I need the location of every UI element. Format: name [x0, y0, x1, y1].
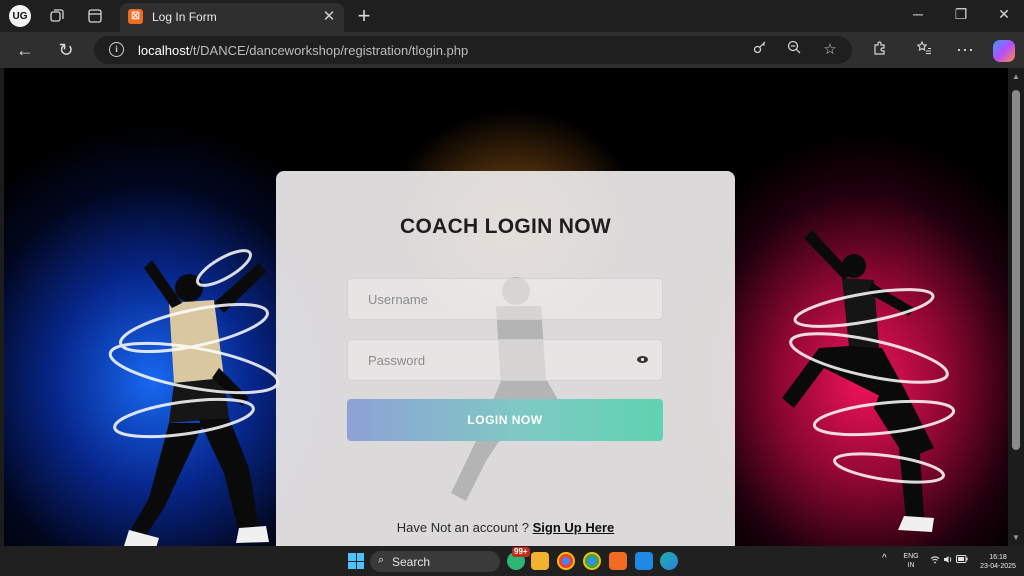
username-field[interactable]	[347, 278, 663, 320]
clock-date: 23-04-2025	[980, 563, 1016, 570]
minimize-button[interactable]: ─	[908, 6, 928, 22]
windows-taskbar: ⌕ Search 99+ ^ ENG IN 16:18 23-04-2025	[0, 546, 1024, 576]
close-tab-icon[interactable]: ✕	[320, 7, 338, 25]
login-button[interactable]: LOGIN NOW	[347, 399, 663, 441]
signup-prompt: Have Not an account ? Sign Up Here	[276, 520, 735, 535]
start-windows-icon[interactable]	[348, 553, 364, 569]
language-indicator[interactable]: ENG IN	[900, 552, 922, 570]
signup-prompt-text: Have Not an account ?	[396, 520, 529, 535]
clock-time: 16:18	[989, 554, 1007, 561]
back-button[interactable]: ←	[13, 38, 37, 62]
copilot-icon[interactable]	[993, 40, 1015, 62]
search-label: Search	[392, 555, 431, 569]
volume-icon[interactable]	[943, 555, 953, 566]
search-icon: ⌕	[378, 554, 385, 566]
edge-icon[interactable]	[660, 552, 678, 570]
file-explorer-icon[interactable]	[531, 552, 549, 570]
vscode-icon[interactable]	[635, 552, 653, 570]
username-input[interactable]	[348, 279, 618, 319]
url-path: /t/DANCE/danceworkshop/registration/tlog…	[189, 43, 469, 58]
url-host: localhost	[138, 43, 190, 58]
wifi-icon[interactable]	[930, 555, 940, 566]
tab-actions-icon[interactable]	[84, 5, 106, 27]
chrome-profile-icon[interactable]	[583, 552, 601, 570]
scroll-thumb[interactable]	[1012, 90, 1020, 450]
scroll-down-arrow-icon[interactable]: ▼	[1012, 533, 1020, 542]
close-window-button[interactable]: ✕	[994, 6, 1014, 23]
tab-title: Log In Form	[152, 10, 217, 24]
language-code: ENG	[903, 553, 919, 560]
tab-bar: UG ☒ Log In Form ✕ + ─ ❐ ✕	[0, 0, 1024, 32]
settings-more-icon[interactable]: ⋯	[953, 38, 977, 62]
show-hidden-icons-chevron[interactable]: ^	[882, 554, 887, 564]
scroll-up-arrow-icon[interactable]: ▲	[1012, 72, 1020, 81]
notification-badge: 99+	[512, 547, 530, 557]
login-card: COACH LOGIN NOW LOGIN NOW Have Not an ac…	[276, 171, 735, 546]
password-input[interactable]	[348, 340, 618, 380]
new-tab-button[interactable]: +	[352, 3, 376, 29]
show-password-eye-icon[interactable]	[636, 353, 649, 366]
page-scrollbar[interactable]: ▲ ▼	[1008, 68, 1024, 546]
xampp-favicon-icon: ☒	[128, 9, 143, 24]
system-clock[interactable]: 16:18 23-04-2025	[978, 553, 1018, 571]
address-bar[interactable]: i localhost/t/DANCE/danceworkshop/regist…	[94, 36, 852, 64]
region-code: IN	[907, 562, 915, 569]
password-field[interactable]	[347, 339, 663, 381]
right-dancer-image	[782, 230, 956, 532]
key-icon[interactable]	[750, 40, 770, 58]
xampp-icon[interactable]	[609, 552, 627, 570]
battery-icon[interactable]	[956, 555, 968, 565]
left-dancer-image	[108, 249, 280, 546]
zoom-out-icon[interactable]	[784, 40, 804, 58]
taskbar-search[interactable]: ⌕ Search	[370, 551, 500, 572]
extensions-icon[interactable]	[868, 38, 892, 62]
site-info-icon[interactable]: i	[109, 42, 124, 57]
page-viewport: COACH LOGIN NOW LOGIN NOW Have Not an ac…	[4, 68, 1008, 546]
workspaces-icon[interactable]	[46, 5, 68, 27]
signup-link[interactable]: Sign Up Here	[533, 520, 615, 535]
chrome-icon[interactable]	[557, 552, 575, 570]
favorites-icon[interactable]	[912, 38, 936, 62]
navigation-bar: ← ↻ i localhost/t/DANCE/danceworkshop/re…	[0, 32, 1024, 68]
favorite-star-icon[interactable]: ☆	[820, 40, 840, 58]
tab-log-in-form[interactable]: ☒ Log In Form ✕	[120, 3, 344, 32]
refresh-button[interactable]: ↻	[54, 38, 78, 62]
form-title: COACH LOGIN NOW	[400, 215, 611, 238]
profile-avatar[interactable]: UG	[9, 5, 31, 27]
url-text[interactable]: localhost/t/DANCE/danceworkshop/registra…	[138, 43, 468, 58]
restore-button[interactable]: ❐	[951, 6, 971, 23]
